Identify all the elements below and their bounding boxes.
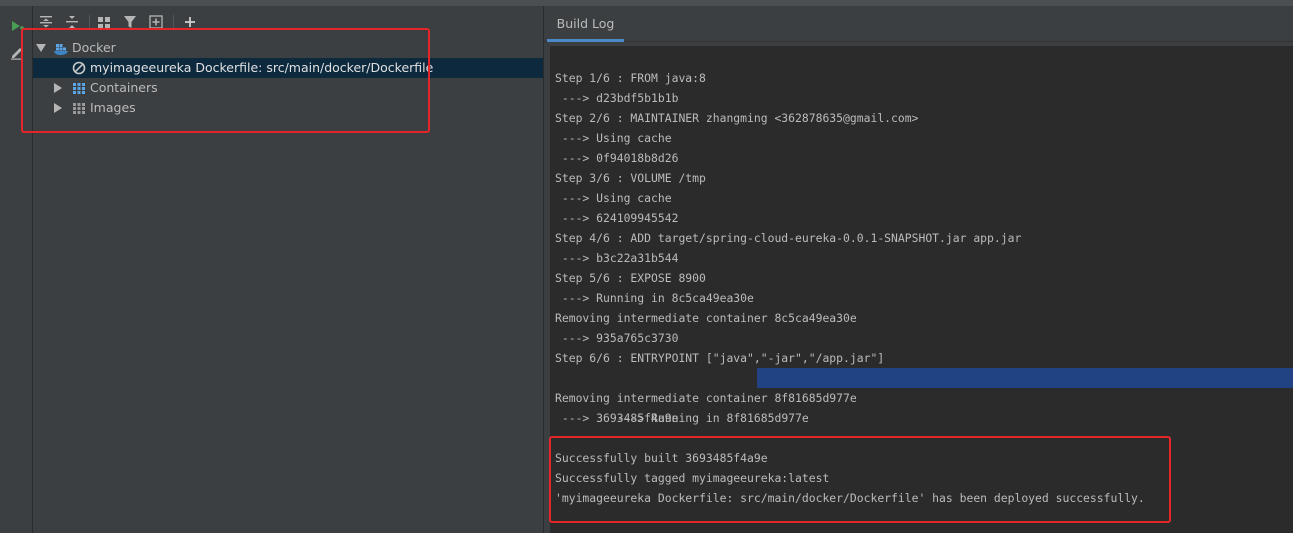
add-icon[interactable] [182,14,198,30]
log-line: Removing intermediate container 8c5ca49e… [555,311,857,325]
tree-node-label: Containers [90,80,158,95]
log-line: ---> 3693485f4a9e [555,411,679,425]
log-line: Step 2/6 : MAINTAINER zhangming <3628786… [555,111,919,125]
log-line: ---> Using cache [555,131,672,145]
new-service-icon[interactable] [148,14,164,30]
collapse-all-icon[interactable] [64,14,80,30]
tree-node-label: Images [90,100,136,115]
log-line: ---> 624109945542 [555,211,679,225]
run-deploy-icon[interactable] [9,18,25,34]
log-line: ---> b3c22a31b544 [555,251,679,265]
log-line: Successfully tagged myimageeureka:latest [555,471,830,485]
expand-all-icon[interactable] [38,14,54,30]
log-line: ---> Using cache [555,191,672,205]
edit-icon[interactable] [9,44,25,60]
chevron-right-icon[interactable] [54,83,62,93]
left-action-bar [0,6,33,533]
log-tab-bar: Build Log [544,6,1293,42]
log-line: ---> Running in 8c5ca49ea30e [555,291,754,305]
services-tree: Docker myimageeureka Dockerfile: src/mai… [33,36,543,533]
toolbar-separator [89,15,90,30]
build-log-output[interactable]: Step 1/6 : FROM java:8 ---> d23bdf5b1b1b… [550,46,1293,533]
log-line: Step 3/6 : VOLUME /tmp [555,171,706,185]
group-icon[interactable] [96,14,112,30]
stopped-status-icon [72,61,86,75]
selection-highlight [757,368,1293,388]
docker-icon [54,44,68,55]
log-line: 'myimageeureka Dockerfile: src/main/dock… [555,491,1145,505]
services-toolbar [33,6,543,36]
tree-node-deployment[interactable]: myimageeureka Dockerfile: src/main/docke… [33,58,543,78]
log-lines: Step 1/6 : FROM java:8 ---> d23bdf5b1b1b… [555,68,1293,508]
tree-node-docker[interactable]: Docker [33,38,543,58]
log-line: ---> d23bdf5b1b1b [555,91,679,105]
tree-node-images[interactable]: Images [33,98,543,118]
images-icon [73,103,85,114]
log-line: Step 1/6 : FROM java:8 [555,71,706,85]
tree-node-label: Docker [72,40,116,55]
toolbar-separator [173,15,174,30]
log-panel: Build Log Step 1/6 : FROM java:8 ---> d2… [544,6,1293,533]
tab-build-log[interactable]: Build Log [547,6,624,42]
log-line: Step 5/6 : EXPOSE 8900 [555,271,706,285]
tree-node-containers[interactable]: Containers [33,78,543,98]
log-line-highlighted: ---> Running in 8f81685d977e [555,368,1293,425]
log-line: Successfully built 3693485f4a9e [555,451,768,465]
filter-icon[interactable] [122,14,138,30]
chevron-down-icon[interactable] [36,44,46,52]
log-line: Removing intermediate container 8f81685d… [555,391,857,405]
log-line: ---> 935a765c3730 [555,331,679,345]
log-line: ---> 0f94018b8d26 [555,151,679,165]
chevron-right-icon[interactable] [54,103,62,113]
containers-icon [73,83,85,94]
log-line: Step 4/6 : ADD target/spring-cloud-eurek… [555,231,1022,245]
tree-node-label: myimageeureka Dockerfile: src/main/docke… [90,60,434,75]
log-line: Step 6/6 : ENTRYPOINT ["java","-jar","/a… [555,351,885,365]
